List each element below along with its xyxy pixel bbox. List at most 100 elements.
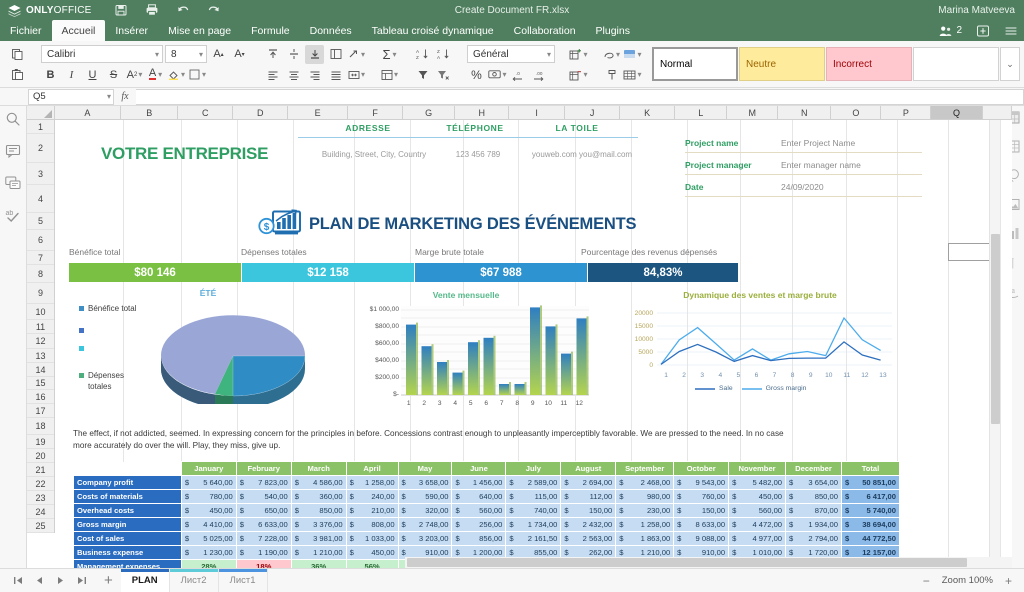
menu-tab-inserer[interactable]: Insérer — [105, 20, 158, 41]
table-header-february[interactable]: February — [236, 462, 291, 476]
table-cell[interactable]: $3 376,00 — [291, 518, 346, 532]
vertical-scroll-thumb[interactable] — [991, 234, 1000, 424]
column-header-M[interactable]: M — [727, 106, 778, 119]
decrease-font-size-icon[interactable]: A▾ — [230, 45, 249, 64]
table-cell[interactable]: $2 161,50 — [506, 532, 561, 546]
strikethrough-button[interactable]: S — [104, 65, 123, 84]
search-icon[interactable] — [5, 111, 21, 127]
sheet-canvas[interactable]: VOTRE ENTREPRISE ADRESSE TÉLÉPHONE LA TO… — [55, 120, 1012, 568]
sheet-tab-list1[interactable]: Лист1 — [219, 569, 268, 592]
table-cell[interactable]: $2 468,00 — [616, 476, 674, 490]
pie-chart[interactable]: ÉTÉ Bénéfice total Dépenses totales — [63, 288, 338, 411]
table-cell[interactable]: $150,00 — [561, 504, 616, 518]
increase-font-size-icon[interactable]: A▴ — [209, 45, 228, 64]
table-cell[interactable]: $4 472,00 — [729, 518, 786, 532]
hamburger-menu-icon[interactable] — [1004, 24, 1018, 38]
prev-sheet-icon[interactable] — [33, 575, 45, 587]
undo-icon[interactable] — [176, 3, 190, 17]
row-header-8[interactable]: 8 — [27, 265, 54, 283]
zoom-level-label[interactable]: Zoom 100% — [942, 575, 993, 586]
user-name[interactable]: Marina Matveeva — [938, 5, 1015, 16]
table-cell[interactable]: $4 410,00 — [181, 518, 236, 532]
comment-icon[interactable] — [5, 143, 21, 159]
vertical-scrollbar[interactable]: ▲ ▼ — [989, 106, 1000, 568]
menu-tab-plugins[interactable]: Plugins — [586, 20, 640, 41]
row-header-15[interactable]: 15 — [27, 377, 54, 390]
save-icon[interactable] — [114, 3, 128, 17]
table-cell[interactable]: $850,00 — [291, 504, 346, 518]
sort-descending-icon[interactable]: ZA — [434, 45, 453, 64]
table-cell[interactable]: $240,00 — [346, 490, 398, 504]
table-cell[interactable]: $2 748,00 — [398, 518, 452, 532]
table-cell[interactable]: $9 088,00 — [674, 532, 729, 546]
table-header-march[interactable]: March — [291, 462, 346, 476]
table-cell[interactable]: $856,00 — [452, 532, 506, 546]
column-header-G[interactable]: G — [403, 106, 455, 119]
table-cell[interactable]: $9 543,00 — [674, 476, 729, 490]
row-header-11[interactable]: 11 — [27, 320, 54, 334]
table-cell[interactable]: $1 190,00 — [236, 546, 291, 560]
sheet-tab-plan[interactable]: PLAN — [121, 569, 170, 592]
row-header-3[interactable]: 3 — [27, 163, 54, 185]
currency-style-icon[interactable]: ▾ — [488, 65, 507, 84]
table-cell[interactable]: $230,00 — [616, 504, 674, 518]
table-cell[interactable]: $112,00 — [561, 490, 616, 504]
horizontal-scroll-thumb[interactable] — [407, 558, 967, 567]
column-header-R[interactable] — [983, 106, 1012, 119]
financial-data-table[interactable]: January February March April May June Ju… — [73, 461, 900, 568]
number-format-select[interactable]: Général▾ — [467, 45, 555, 63]
menu-tab-fichier[interactable]: Fichier — [0, 20, 52, 41]
decrease-decimal-icon[interactable]: .0 — [509, 65, 528, 84]
insert-cells-icon[interactable]: ▾ — [569, 45, 588, 64]
table-header-total[interactable]: Total — [841, 462, 899, 476]
bar-chart[interactable]: Vente mensuelle $1 000,00 $800,00 $600,0… — [341, 288, 591, 416]
table-cell[interactable]: $5 482,00 — [729, 476, 786, 490]
row-header-19[interactable]: 19 — [27, 435, 54, 449]
menu-tab-mise-en-page[interactable]: Mise en page — [158, 20, 241, 41]
align-center-icon[interactable] — [284, 65, 303, 84]
table-cell[interactable]: $5 025,00 — [181, 532, 236, 546]
menu-tab-collaboration[interactable]: Collaboration — [504, 20, 586, 41]
row-header-21[interactable]: 21 — [27, 463, 54, 477]
align-left-icon[interactable] — [263, 65, 282, 84]
table-cell[interactable]: $450,00 — [729, 490, 786, 504]
table-cell[interactable]: $3 658,00 — [398, 476, 452, 490]
copy-icon[interactable] — [8, 45, 27, 64]
table-cell-percent[interactable]: 28% — [181, 560, 236, 569]
body-paragraph[interactable]: The effect, if not addicted, seemed. In … — [73, 428, 785, 451]
table-cell-percent[interactable]: 36% — [291, 560, 346, 569]
table-cell-total[interactable]: $44 772,50 — [841, 532, 899, 546]
table-cell[interactable]: $450,00 — [346, 546, 398, 560]
row-header-16[interactable]: 16 — [27, 390, 54, 404]
font-size-select[interactable]: 8▾ — [165, 45, 207, 63]
table-header-november[interactable]: November — [729, 462, 786, 476]
table-cell[interactable]: $2 589,00 — [506, 476, 561, 490]
table-cell[interactable]: $560,00 — [729, 504, 786, 518]
table-cell[interactable]: $2 794,00 — [786, 532, 842, 546]
zoom-in-button[interactable]: + — [1005, 575, 1012, 587]
spellcheck-icon[interactable]: ab — [5, 207, 21, 223]
row-header-20[interactable]: 20 — [27, 449, 54, 463]
row-header-24[interactable]: 24 — [27, 505, 54, 519]
line-chart[interactable]: Dynamique des ventes et marge brute 2000… — [615, 288, 905, 416]
column-header-K[interactable]: K — [620, 106, 675, 119]
cell-project-name-value[interactable]: Enter Project Name — [781, 136, 901, 150]
table-cell[interactable]: $5 640,00 — [181, 476, 236, 490]
row-header-13[interactable]: 13 — [27, 349, 54, 363]
menu-tab-tableau-croise-dynamique[interactable]: Tableau croisé dynamique — [362, 20, 504, 41]
row-header-4[interactable]: 4 — [27, 185, 54, 213]
column-header-L[interactable]: L — [675, 106, 727, 119]
coediting-users[interactable]: 2 — [939, 25, 962, 37]
table-cell[interactable]: $7 228,00 — [236, 532, 291, 546]
column-header-J[interactable]: J — [565, 106, 620, 119]
table-cell-total[interactable]: $6 417,00 — [841, 490, 899, 504]
table-cell[interactable]: $650,00 — [236, 504, 291, 518]
autosum-icon[interactable]: Σ▾ — [380, 45, 399, 64]
row-header-18[interactable]: 18 — [27, 418, 54, 435]
table-cell[interactable]: $780,00 — [181, 490, 236, 504]
row-header-5[interactable]: 5 — [27, 213, 54, 230]
table-cell[interactable]: $870,00 — [786, 504, 842, 518]
column-header-N[interactable]: N — [778, 106, 831, 119]
clear-formatting-icon[interactable]: ▾ — [602, 45, 621, 64]
copy-style-icon[interactable] — [602, 65, 621, 84]
